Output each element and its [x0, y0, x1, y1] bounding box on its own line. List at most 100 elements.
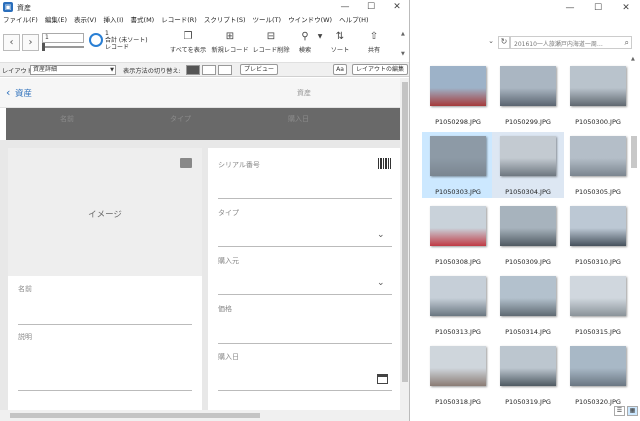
sort-button[interactable]: ⇅ ソート [328, 29, 352, 61]
file-thumbnail[interactable]: P1050304.JPG [492, 132, 564, 198]
form-horizontal-scrollbar[interactable] [0, 410, 409, 421]
maximize-icon[interactable]: ☐ [584, 0, 612, 16]
photo-thumbnail-image [570, 346, 626, 386]
minimize-icon[interactable]: — [556, 0, 584, 16]
minimize-icon[interactable]: — [332, 0, 358, 14]
scroll-down-icon[interactable]: ▼ [401, 51, 405, 57]
type-field[interactable] [218, 246, 392, 247]
find-dropdown[interactable]: ▼ [316, 29, 324, 61]
right-card [208, 148, 400, 410]
scroll-up-icon[interactable]: ▲ [631, 56, 635, 62]
photo-thumbnail-image [570, 276, 626, 316]
scroll-up-icon[interactable]: ▲ [401, 31, 405, 37]
show-all-icon: ❐ [183, 31, 193, 42]
file-name: P1050305.JPG [575, 188, 621, 196]
search-icon: ⚲ [301, 31, 309, 42]
edit-layout-button[interactable]: レイアウトの編集 [352, 64, 408, 75]
file-thumbnail[interactable]: P1050298.JPG [422, 62, 494, 128]
file-thumbnail[interactable]: P1050305.JPG [562, 132, 634, 198]
delete-record-label: レコード削除 [252, 47, 290, 54]
find-button[interactable]: ⚲ 検索 [294, 29, 316, 61]
explorer-scroll-thumb[interactable] [631, 136, 637, 168]
purchase-date-label: 購入日 [218, 353, 239, 361]
menu-tools[interactable]: ツール(T) [253, 14, 282, 27]
current-record-input[interactable]: 1 [42, 33, 84, 43]
file-thumbnail[interactable]: P1050310.JPG [562, 202, 634, 268]
file-thumbnail[interactable]: P1050313.JPG [422, 272, 494, 338]
refresh-icon[interactable]: ↻ [498, 36, 510, 49]
form-vertical-scrollbar[interactable] [400, 78, 409, 410]
chevron-down-icon[interactable]: ⌄ [377, 278, 385, 288]
menu-view[interactable]: 表示(V) [74, 14, 97, 27]
menu-insert[interactable]: 挿入(I) [104, 14, 124, 27]
calendar-icon[interactable] [377, 374, 388, 384]
menu-help[interactable]: ヘルプ(H) [339, 14, 368, 27]
share-button[interactable]: ⇧ 共有 [362, 29, 386, 61]
vendor-label: 購入元 [218, 257, 239, 265]
delete-record-button[interactable]: ⊟ レコード削除 [251, 29, 291, 61]
menu-window[interactable]: ウインドウ(W) [288, 14, 332, 27]
details-view-icon[interactable]: ☰ [614, 406, 625, 416]
large-icons-view-icon[interactable]: ▦ [627, 406, 638, 416]
preview-button[interactable]: プレビュー [240, 64, 278, 75]
back-button[interactable]: 資産 [15, 87, 32, 99]
barcode-icon[interactable] [378, 158, 391, 169]
column-type: タイプ [170, 115, 191, 123]
name-field[interactable] [18, 324, 192, 325]
text-format-button[interactable]: Aa [333, 64, 347, 75]
chevron-down-icon[interactable]: ⌄ [377, 230, 385, 240]
record-slider[interactable] [42, 43, 84, 51]
chevron-left-icon[interactable]: ‹ [6, 86, 10, 99]
explorer-search-text: 201610一人旅瀬戸内海道一周… [514, 41, 603, 48]
file-thumbnail[interactable]: P1050318.JPG [422, 342, 494, 408]
new-record-button[interactable]: ⊞ 新規レコード [211, 29, 249, 61]
close-icon[interactable]: ✕ [384, 0, 409, 14]
explorer-vertical-scrollbar[interactable]: ▲ [628, 56, 640, 406]
table-view-button[interactable] [218, 65, 232, 75]
price-field[interactable] [218, 343, 392, 344]
plus-icon: ⊞ [225, 31, 235, 42]
show-all-button[interactable]: ❐ すべてを表示 [168, 29, 208, 61]
menu-scripts[interactable]: スクリプト(S) [204, 14, 246, 27]
file-thumbnail[interactable]: P1050320.JPG [562, 342, 634, 408]
next-record-button[interactable]: › [22, 34, 39, 51]
description-field[interactable] [18, 390, 192, 391]
chevron-down-icon[interactable]: ⌄ [486, 37, 496, 49]
vendor-field[interactable] [218, 294, 392, 295]
maximize-icon[interactable]: ☐ [358, 0, 384, 14]
form-view-button[interactable] [186, 65, 200, 75]
type-label: タイプ [218, 209, 239, 217]
explorer-search-input[interactable]: 201610一人旅瀬戸内海道一周… ⌕ [510, 36, 632, 49]
menu-file[interactable]: ファイル(F) [3, 14, 38, 27]
file-thumbnail[interactable]: P1050308.JPG [422, 202, 494, 268]
image-label: イメージ [88, 210, 122, 220]
name-label: 名前 [18, 285, 32, 293]
file-thumbnail[interactable]: P1050303.JPG [422, 132, 494, 198]
file-thumbnail[interactable]: P1050319.JPG [492, 342, 564, 408]
prev-record-button[interactable]: ‹ [3, 34, 20, 51]
menu-edit[interactable]: 編集(E) [45, 14, 67, 27]
total-label: 合計 (未ソート) [105, 37, 148, 44]
photo-thumbnail-image [500, 206, 556, 246]
close-icon[interactable]: ✕ [612, 0, 640, 16]
layout-select[interactable]: 資産詳細 ▼ [30, 65, 116, 75]
form-hscroll-thumb[interactable] [10, 413, 260, 418]
file-name: P1050298.JPG [435, 118, 481, 126]
file-thumbnail[interactable]: P1050315.JPG [562, 272, 634, 338]
purchase-date-field[interactable] [218, 390, 392, 391]
image-container[interactable]: イメージ [8, 148, 202, 276]
share-label: 共有 [367, 47, 381, 54]
record-pie-icon[interactable] [89, 33, 103, 47]
menu-format[interactable]: 書式(M) [131, 14, 155, 27]
file-thumbnail[interactable]: P1050300.JPG [562, 62, 634, 128]
chevron-down-icon: ▼ [317, 33, 323, 40]
list-view-button[interactable] [202, 65, 216, 75]
form-scroll-thumb[interactable] [402, 82, 408, 382]
menu-bar: ファイル(F) 編集(E) 表示(V) 挿入(I) 書式(M) レコード(R) … [0, 14, 409, 27]
file-thumbnail[interactable]: P1050309.JPG [492, 202, 564, 268]
file-name: P1050299.JPG [505, 118, 551, 126]
menu-records[interactable]: レコード(R) [161, 14, 197, 27]
serial-number-field[interactable] [218, 198, 392, 199]
file-thumbnail[interactable]: P1050299.JPG [492, 62, 564, 128]
file-thumbnail[interactable]: P1050314.JPG [492, 272, 564, 338]
